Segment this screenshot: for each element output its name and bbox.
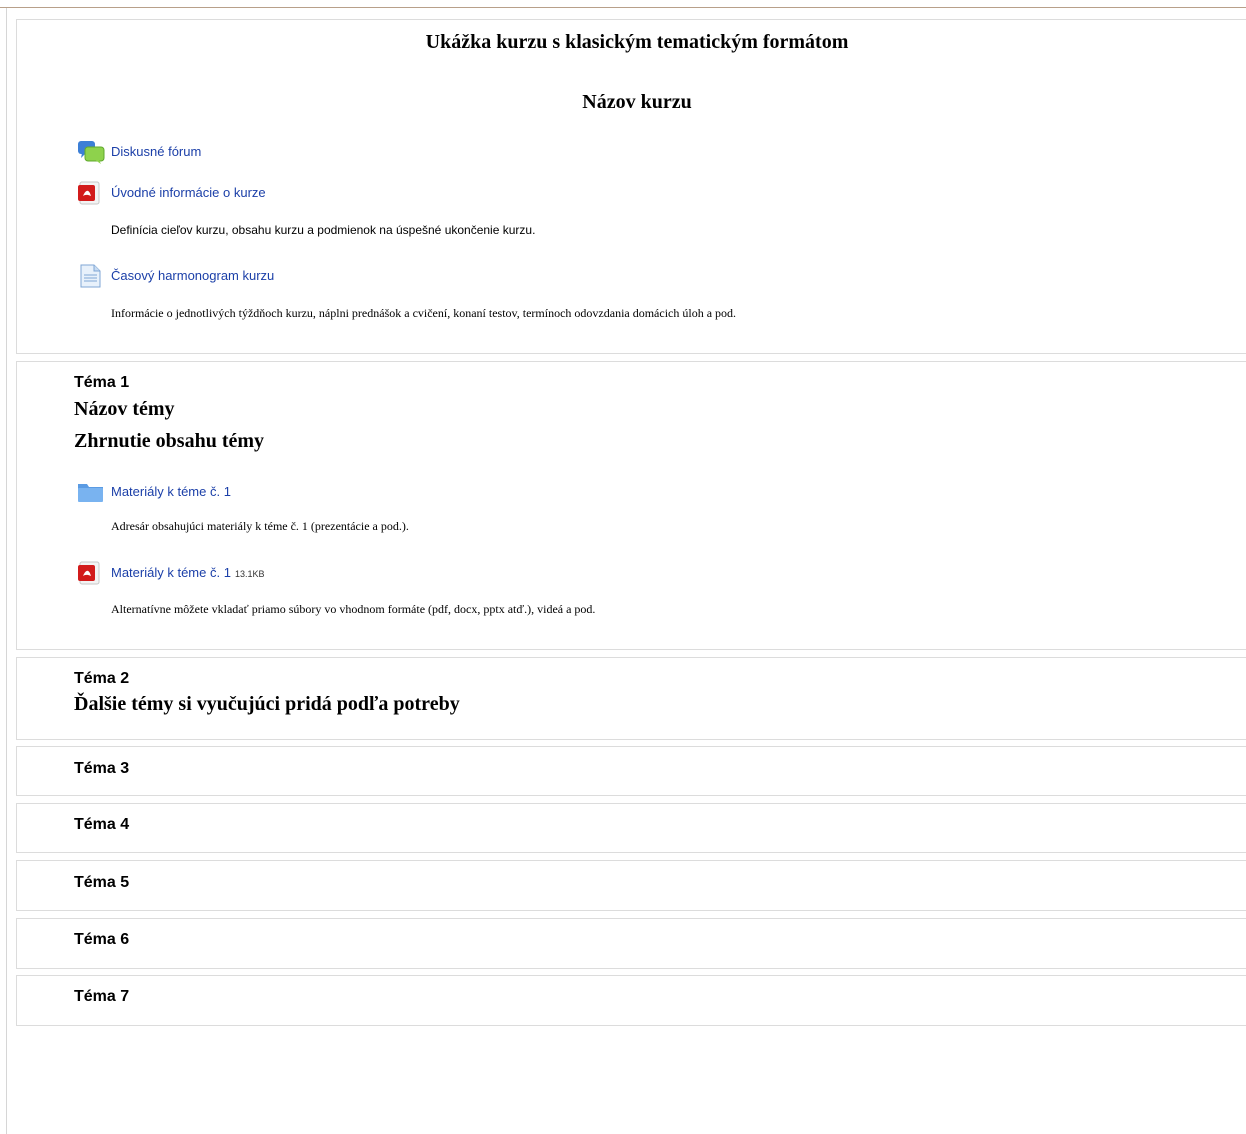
topic-section-4: Téma 4	[16, 803, 1246, 853]
activity-description: Definícia cieľov kurzu, obsahu kurzu a p…	[111, 223, 536, 237]
topic-label: Téma 7	[74, 988, 130, 1005]
activity-link[interactable]: Úvodné informácie o kurze	[111, 185, 266, 200]
activity-link-label[interactable]: Materiály k téme č. 1	[111, 565, 231, 580]
forum-icon	[78, 141, 105, 164]
topic-label: Téma 1	[74, 374, 130, 391]
topic-section-1: Téma 1 Názov témy Zhrnutie obsahu témy M…	[16, 361, 1246, 650]
folder-icon	[78, 484, 103, 502]
topic-label: Téma 4	[74, 816, 130, 833]
topic-label: Téma 2	[74, 670, 130, 687]
topic-section-7: Téma 7	[16, 975, 1246, 1026]
activity-link[interactable]: Materiály k téme č. 1 13.1KB	[111, 565, 264, 580]
pdf-icon	[78, 561, 100, 585]
left-divider	[6, 8, 7, 1134]
topic-summary: Zhrnutie obsahu témy	[74, 430, 265, 452]
topic-label: Téma 6	[74, 931, 130, 948]
topic-label: Téma 3	[74, 760, 130, 777]
activity-description: Informácie o jednotlivých týždňoch kurzu…	[111, 306, 737, 320]
activity-link[interactable]: Diskusné fórum	[111, 144, 201, 159]
course-name: Názov kurzu	[582, 91, 692, 113]
top-divider	[0, 7, 1246, 8]
topic-section-2: Téma 2 Ďalšie témy si vyučujúci pridá po…	[16, 657, 1246, 740]
course-header-section: Ukážka kurzu s klasickým tematickým form…	[16, 19, 1246, 354]
document-icon	[80, 264, 101, 288]
file-size: 13.1KB	[234, 569, 265, 579]
topic-name: Názov témy	[74, 398, 175, 420]
pdf-icon	[78, 181, 100, 205]
topic-section-3: Téma 3	[16, 746, 1246, 796]
activity-link[interactable]: Materiály k téme č. 1	[111, 484, 231, 499]
activity-description: Adresár obsahujúci materiály k téme č. 1…	[111, 519, 409, 533]
activity-description: Alternatívne môžete vkladať priamo súbor…	[111, 602, 596, 616]
course-format-title: Ukážka kurzu s klasickým tematickým form…	[425, 31, 849, 53]
topic-name: Ďalšie témy si vyučujúci pridá podľa pot…	[74, 693, 460, 715]
topic-section-6: Téma 6	[16, 918, 1246, 969]
activity-link[interactable]: Časový harmonogram kurzu	[111, 268, 274, 283]
topic-label: Téma 5	[74, 874, 130, 891]
topic-section-5: Téma 5	[16, 860, 1246, 911]
